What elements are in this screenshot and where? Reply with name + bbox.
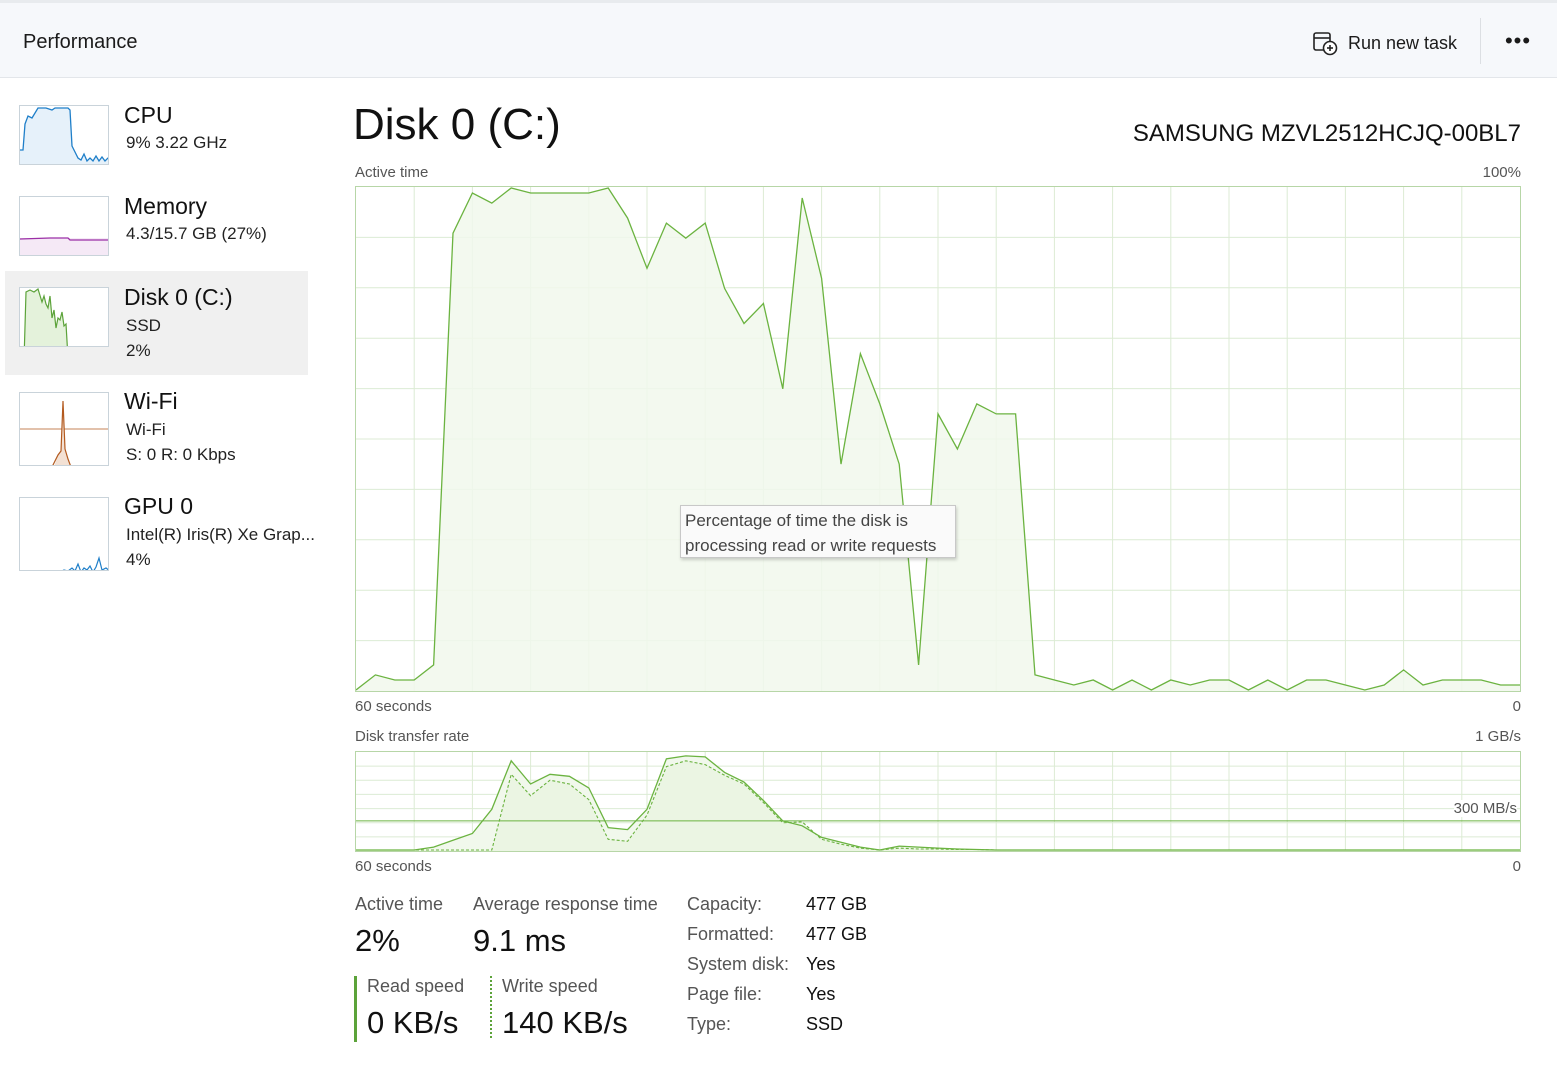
main-panel: Disk 0 (C:) SAMSUNG MZVL2512HCJQ-00BL7 A… xyxy=(340,80,1557,1069)
disk-model: SAMSUNG MZVL2512HCJQ-00BL7 xyxy=(1132,120,1521,147)
avg-response-value: 9.1 ms xyxy=(473,923,567,958)
sidebar-item-memory[interactable]: Memory 4.3/15.7 GB (27%) xyxy=(5,176,308,280)
type-key: Type: xyxy=(687,1014,732,1034)
sidebar-item-detail: 9% 3.22 GHz xyxy=(126,133,228,152)
transfer-rate-x-left-label: 60 seconds xyxy=(355,858,432,875)
formatted-value: 477 GB xyxy=(806,924,868,944)
sidebar-item-detail: Intel(R) Iris(R) Xe Grap... xyxy=(126,525,315,544)
read-speed-label: Read speed xyxy=(367,976,465,996)
run-task-icon xyxy=(1313,32,1338,56)
transfer-rate-graph[interactable] xyxy=(355,751,1521,852)
gpu-graph-icon xyxy=(19,497,109,571)
sidebar-item-cpu[interactable]: CPU 9% 3.22 GHz xyxy=(5,80,308,184)
formatted-key: Formatted: xyxy=(687,924,775,944)
active-time-x-left-label: 60 seconds xyxy=(355,698,432,715)
sidebar-item-detail: Wi-Fi xyxy=(126,420,166,439)
graph-tooltip: Percentage of time the disk is processin… xyxy=(680,505,956,558)
sidebar-item-detail: 4.3/15.7 GB (27%) xyxy=(126,224,267,243)
write-speed-label: Write speed xyxy=(502,976,598,996)
toolbar-divider xyxy=(1480,18,1481,64)
wifi-graph-icon xyxy=(19,392,109,466)
read-speed-value: 0 KB/s xyxy=(367,1005,459,1040)
tooltip-line-1: Percentage of time the disk is xyxy=(685,511,909,530)
sidebar-item-label: GPU 0 xyxy=(124,493,194,519)
sidebar-item-label: CPU xyxy=(124,102,173,128)
transfer-rate-graph-label: Disk transfer rate xyxy=(355,728,470,745)
title-bar: Performance Run new task ••• xyxy=(0,0,1557,78)
sidebar-item-gpu[interactable]: GPU 0 Intel(R) Iris(R) Xe Grap... 4% xyxy=(5,481,315,585)
more-options-button[interactable]: ••• xyxy=(1500,27,1536,59)
capacity-key: Capacity: xyxy=(687,894,763,914)
active-time-graph-label: Active time xyxy=(355,164,429,181)
page-title: Performance xyxy=(23,31,138,53)
sidebar-item-wifi[interactable]: Wi-Fi Wi-Fi S: 0 R: 0 Kbps xyxy=(5,376,308,480)
sidebar-item-label: Disk 0 (C:) xyxy=(124,284,233,310)
type-value: SSD xyxy=(806,1014,844,1034)
cpu-graph-icon xyxy=(19,105,109,165)
run-new-task-button[interactable]: Run new task xyxy=(1312,27,1457,59)
sidebar: CPU 9% 3.22 GHz Memory 4.3/15.7 GB (27%)… xyxy=(0,80,320,1070)
page-file-key: Page file: xyxy=(687,984,763,1004)
write-speed-indicator xyxy=(490,976,492,1038)
page-file-value: Yes xyxy=(806,984,836,1004)
sidebar-item-value: S: 0 R: 0 Kbps xyxy=(126,445,236,464)
system-disk-value: Yes xyxy=(806,954,836,974)
active-time-stat-value: 2% xyxy=(355,923,400,958)
active-time-max-label: 100% xyxy=(1482,164,1521,181)
memory-graph-icon xyxy=(19,196,109,256)
sidebar-item-label: Wi-Fi xyxy=(124,388,178,414)
run-new-task-label: Run new task xyxy=(1348,32,1458,53)
system-disk-key: System disk: xyxy=(687,954,790,974)
transfer-rate-max-label: 1 GB/s xyxy=(1475,728,1521,745)
write-speed-value: 140 KB/s xyxy=(502,1005,628,1040)
avg-response-label: Average response time xyxy=(473,894,658,914)
sidebar-item-disk[interactable]: Disk 0 (C:) SSD 2% xyxy=(5,271,308,375)
active-time-stat-label: Active time xyxy=(355,894,444,914)
capacity-value: 477 GB xyxy=(806,894,868,914)
read-speed-indicator xyxy=(354,976,357,1042)
sidebar-item-detail: SSD xyxy=(126,316,161,335)
disk-title: Disk 0 (C:) xyxy=(353,100,561,149)
active-time-x-right-label: 0 xyxy=(1512,698,1521,715)
sidebar-item-value: 2% xyxy=(126,341,151,360)
disk-graph-icon xyxy=(19,287,109,347)
sidebar-item-value: 4% xyxy=(126,550,151,569)
transfer-rate-ref-label: 300 MB/s xyxy=(1453,800,1517,817)
active-time-graph[interactable] xyxy=(355,186,1521,692)
tooltip-line-2: processing read or write requests xyxy=(685,536,937,555)
sidebar-item-label: Memory xyxy=(124,193,208,219)
transfer-rate-x-right-label: 0 xyxy=(1512,858,1521,875)
